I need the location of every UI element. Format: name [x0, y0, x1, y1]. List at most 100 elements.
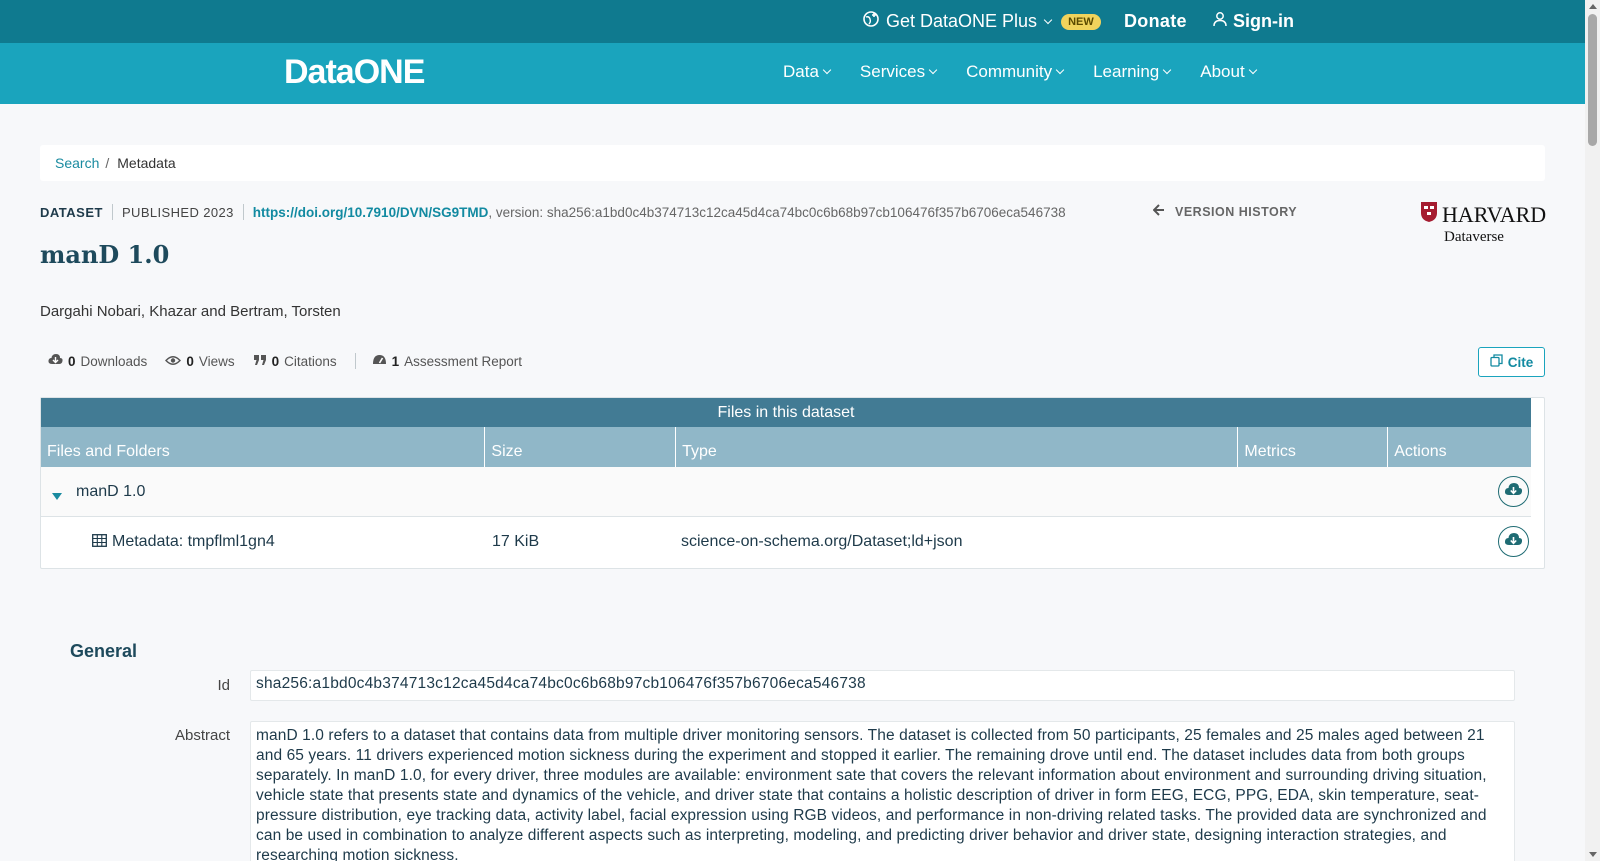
- scroll-up-arrow-icon[interactable]: [1589, 4, 1597, 9]
- harvard-shield-icon: [1420, 201, 1438, 229]
- eye-icon: [165, 354, 182, 369]
- dataone-logo[interactable]: DataONE: [284, 53, 425, 92]
- col-type: Type: [676, 427, 1239, 467]
- folder-name: manD 1.0: [76, 483, 146, 500]
- gauge-icon: [372, 353, 387, 369]
- download-file-button[interactable]: [1498, 526, 1529, 557]
- quote-icon: [253, 354, 267, 369]
- nav-services-label: Services: [859, 62, 926, 81]
- dataverse-label: Dataverse: [1444, 229, 1504, 245]
- downloads-count: 0: [68, 353, 76, 369]
- files-table-heading: Files in this dataset: [41, 398, 1531, 427]
- downloads-stat: 0 Downloads: [48, 353, 147, 369]
- get-dataone-plus-menu[interactable]: Get DataONE Plus NEW: [862, 10, 1101, 33]
- main-navbar: DataONE Data Services Community Learning…: [0, 43, 1585, 104]
- table-icon: [92, 534, 107, 552]
- sign-in-link[interactable]: Sign-in: [1212, 11, 1294, 32]
- downloads-label: Downloads: [80, 353, 148, 369]
- files-table-header: Files and Folders Size Type Metrics Acti…: [41, 427, 1531, 467]
- donate-link[interactable]: Donate: [1124, 11, 1187, 32]
- nav-about-label: About: [1200, 62, 1245, 81]
- version-history-link[interactable]: VERSION HISTORY: [1152, 204, 1298, 219]
- citations-label: Citations: [284, 353, 337, 369]
- page-scrollbar[interactable]: [1585, 0, 1600, 861]
- col-metrics: Metrics: [1238, 427, 1389, 467]
- chevron-down-icon: [1055, 65, 1065, 75]
- harvard-label: HARVARD: [1442, 202, 1547, 227]
- nav-data-label: Data: [783, 62, 819, 81]
- harvard-wordmark: HARVARD: [1420, 201, 1547, 229]
- top-bar: Get DataONE Plus NEW Donate Sign-in: [0, 0, 1585, 43]
- download-folder-button[interactable]: [1498, 476, 1529, 507]
- nav-about[interactable]: About: [1200, 62, 1257, 82]
- globe-plus-icon: [862, 10, 880, 33]
- citations-stat: 0 Citations: [253, 354, 337, 369]
- views-stat: 0 Views: [165, 353, 235, 369]
- assessment-label: Assessment Report: [404, 353, 522, 369]
- breadcrumb-search-link[interactable]: Search: [55, 155, 99, 171]
- nav-community-label: Community: [966, 62, 1053, 81]
- file-name[interactable]: Metadata: tmpflml1gn4: [112, 533, 275, 551]
- chevron-down-icon: [1043, 15, 1053, 24]
- scroll-down-arrow-icon[interactable]: [1589, 852, 1597, 857]
- published-label: PUBLISHED 2023: [121, 204, 234, 220]
- copy-icon: [1490, 354, 1503, 370]
- files-table: Files in this dataset Files and Folders …: [40, 397, 1545, 569]
- sign-in-label: Sign-in: [1233, 11, 1294, 31]
- cite-label: Cite: [1507, 354, 1534, 370]
- cloud-download-icon: [48, 353, 63, 369]
- divider: [111, 204, 113, 220]
- dataset-meta-line: DATASET PUBLISHED 2023 https://doi.org/1…: [40, 204, 1066, 220]
- file-size: 17 KiB: [492, 533, 540, 550]
- breadcrumb-current: Metadata: [117, 155, 176, 171]
- dataset-stats: 0 Downloads 0 Views 0 Citations 1 Assess…: [48, 353, 540, 369]
- arrow-left-icon: [1152, 204, 1165, 219]
- table-row[interactable]: Metadata: tmpflml1gn4 17 KiB science-on-…: [41, 517, 1531, 567]
- nav-services[interactable]: Services: [859, 62, 938, 82]
- plus-label: Get DataONE Plus: [886, 11, 1038, 31]
- new-badge: NEW: [1061, 13, 1101, 30]
- col-files-and-folders: Files and Folders: [41, 427, 486, 467]
- nav-learning-label: Learning: [1093, 62, 1160, 81]
- col-size: Size: [485, 427, 677, 467]
- scrollbar-thumb[interactable]: [1588, 14, 1597, 146]
- abstract-value: manD 1.0 refers to a dataset that contai…: [250, 721, 1515, 861]
- doi-link[interactable]: https://doi.org/10.7910/DVN/SG9TMD: [253, 205, 489, 220]
- assessment-count: 1: [391, 353, 400, 369]
- citations-count: 0: [271, 353, 280, 369]
- version-history-label: VERSION HISTORY: [1175, 204, 1298, 219]
- logo-text: DataONE: [284, 53, 425, 91]
- chevron-down-icon: [1248, 65, 1257, 75]
- abstract-label: Abstract: [174, 727, 230, 744]
- id-value: sha256:a1bd0c4b374713c12ca45d4ca74bc0c6b…: [250, 670, 1515, 701]
- user-icon: [1212, 11, 1228, 32]
- assessment-stat[interactable]: 1 Assessment Report: [372, 353, 522, 369]
- cloud-download-icon: [1504, 532, 1523, 552]
- breadcrumb-separator: /: [105, 155, 110, 171]
- divider: [242, 204, 244, 220]
- file-type: science-on-schema.org/Dataset;ld+json: [681, 533, 963, 550]
- nav-data[interactable]: Data: [783, 62, 832, 82]
- table-row-folder[interactable]: manD 1.0: [41, 467, 1531, 517]
- views-count: 0: [186, 353, 194, 369]
- dataset-authors: Dargahi Nobari, Khazar and Bertram, Tors…: [40, 303, 341, 320]
- nav-community[interactable]: Community: [966, 62, 1065, 82]
- views-label: Views: [198, 353, 235, 369]
- chevron-down-icon: [928, 65, 938, 75]
- cite-button[interactable]: Cite: [1478, 347, 1545, 377]
- dataset-type-label: DATASET: [40, 204, 103, 220]
- col-actions: Actions: [1394, 443, 1447, 460]
- version-text: , version: sha256:a1bd0c4b374713c12ca45d…: [488, 204, 1066, 220]
- repository-logo[interactable]: HARVARD Dataverse: [1420, 201, 1547, 246]
- general-heading: General: [70, 641, 138, 661]
- main-nav: Data Services Community Learning About: [783, 62, 1257, 82]
- cloud-download-icon: [1504, 482, 1523, 502]
- caret-down-icon[interactable]: [52, 487, 62, 505]
- divider: [354, 353, 356, 369]
- breadcrumb: Search / Metadata: [40, 145, 1545, 181]
- chevron-down-icon: [822, 65, 832, 75]
- chevron-down-icon: [1163, 65, 1172, 75]
- dataset-title: manD 1.0: [40, 240, 170, 269]
- id-label: Id: [217, 677, 230, 694]
- nav-learning[interactable]: Learning: [1093, 62, 1172, 82]
